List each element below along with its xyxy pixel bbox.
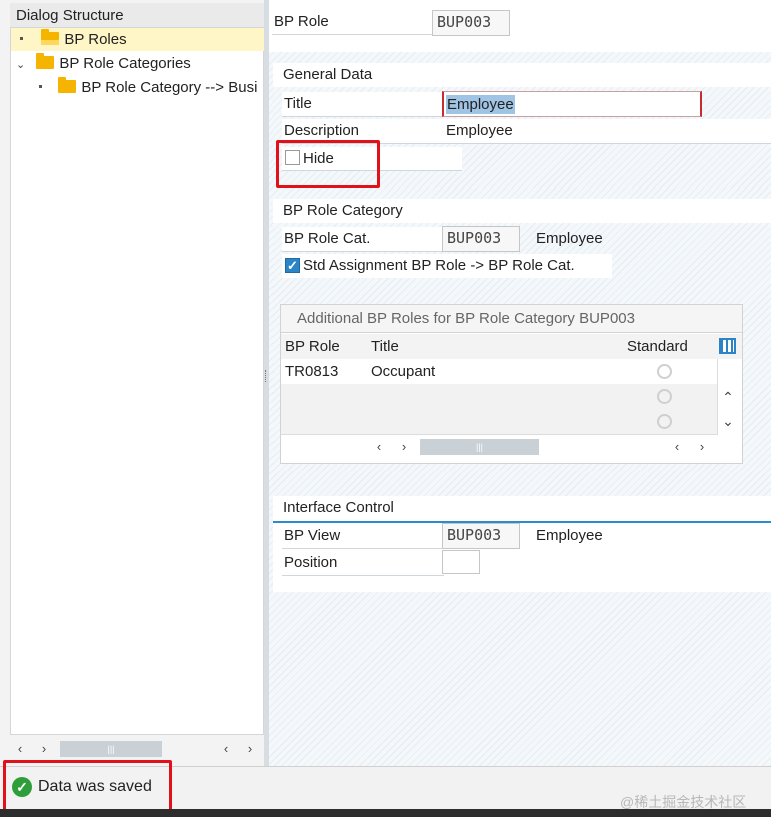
table-settings-icon: [719, 338, 736, 354]
tree-item-label: BP Role Category --> Busi: [81, 79, 258, 96]
table-cell-standard: [623, 384, 718, 410]
bp-role-label: BP Role: [272, 10, 434, 35]
bp-role-cat-label: BP Role Cat.: [282, 227, 444, 252]
bp-role-category-header: BP Role Category: [273, 199, 771, 226]
folder-icon: [36, 53, 55, 69]
description-value: Employee: [442, 119, 771, 144]
title-label: Title: [282, 92, 444, 117]
table-horizontal-scroll-thumb[interactable]: |||: [420, 439, 539, 455]
std-assignment-label: Std Assignment BP Role -> BP Role Cat.: [303, 257, 575, 274]
bottom-edge: [0, 809, 771, 817]
bp-role-cat-text: Employee: [536, 230, 603, 247]
tree-item-bp-roles[interactable]: BP Roles: [11, 28, 272, 51]
open-folder-icon: [41, 29, 60, 45]
scroll-down-icon[interactable]: ⌄: [721, 412, 735, 430]
dialog-structure-tree: [10, 3, 264, 735]
bp-view-text: Employee: [536, 527, 603, 544]
general-data-header: General Data: [273, 63, 771, 90]
interface-control-group: Interface Control BP View BUP003 Employe…: [273, 496, 771, 592]
bp-view-field[interactable]: BUP003: [442, 523, 520, 549]
bp-view-label: BP View: [282, 524, 444, 549]
scroll-right-icon[interactable]: ›: [695, 438, 709, 456]
tree-leaf-dot: [20, 37, 23, 40]
check-icon[interactable]: ✓: [285, 258, 300, 273]
horizontal-scroll-thumb[interactable]: |||: [60, 741, 162, 757]
title-input[interactable]: Employee: [442, 91, 702, 117]
scroll-right-icon[interactable]: ›: [243, 740, 257, 758]
splitter-grip-icon: [265, 370, 268, 382]
table-cell-standard: [623, 359, 718, 385]
tree-leaf-dot: [39, 85, 42, 88]
table-cell-title[interactable]: [367, 409, 628, 435]
status-highlight-box: [3, 760, 172, 816]
detail-area: BP Role BUP003 General Data Title Employ…: [269, 0, 771, 766]
column-header-title[interactable]: Title: [367, 334, 628, 360]
scroll-right-icon[interactable]: ›: [397, 438, 411, 456]
tree-item-label: BP Roles: [64, 31, 127, 48]
chevron-down-icon[interactable]: ⌄: [16, 54, 28, 77]
bp-role-header: BP Role BUP003: [269, 0, 771, 52]
folder-icon: [58, 77, 77, 93]
table-cell-standard: [623, 409, 718, 435]
title-input-value: Employee: [446, 95, 515, 114]
position-input[interactable]: [442, 550, 480, 574]
bp-role-field[interactable]: BUP003: [432, 10, 510, 36]
bp-role-cat-field[interactable]: BUP003: [442, 226, 520, 252]
dialog-structure-title: Dialog Structure: [10, 3, 264, 28]
standard-radio[interactable]: [657, 389, 672, 404]
table-cell-bp-role[interactable]: TR0813: [281, 359, 372, 385]
scroll-left-icon[interactable]: ‹: [670, 438, 684, 456]
bp-role-category-group: BP Role Category BP Role Cat. BUP003 Emp…: [273, 199, 771, 471]
table-cell-bp-role[interactable]: [281, 384, 372, 410]
scroll-left-icon[interactable]: ‹: [13, 740, 27, 758]
additional-roles-table: Additional BP Roles for BP Role Category…: [280, 304, 743, 464]
table-cell-title[interactable]: [367, 384, 628, 410]
scroll-left-icon[interactable]: ‹: [219, 740, 233, 758]
table-cell-title[interactable]: Occupant: [367, 359, 628, 385]
dialog-structure-panel: Dialog Structure BP Roles ⌄ BP Role Cate…: [0, 0, 272, 766]
scroll-up-icon[interactable]: ⌃: [721, 388, 735, 406]
table-settings-button[interactable]: [713, 334, 742, 359]
scroll-left-icon[interactable]: ‹: [372, 438, 386, 456]
scroll-right-icon[interactable]: ›: [37, 740, 51, 758]
std-assignment-checkbox-row[interactable]: ✓ Std Assignment BP Role -> BP Role Cat.: [282, 254, 612, 278]
table-title: Additional BP Roles for BP Role Category…: [281, 305, 742, 333]
position-label: Position: [282, 551, 444, 576]
tree-item-bp-role-category-busi[interactable]: BP Role Category --> Busi: [11, 76, 291, 99]
table-cell-bp-role[interactable]: [281, 409, 372, 435]
interface-control-header: Interface Control: [273, 496, 771, 523]
column-header-bp-role[interactable]: BP Role: [281, 334, 372, 360]
hide-highlight-box: [276, 140, 380, 188]
column-header-standard[interactable]: Standard: [623, 334, 718, 360]
tree-item-label: BP Role Categories: [59, 55, 191, 72]
tree-item-bp-role-categories[interactable]: ⌄ BP Role Categories: [11, 52, 268, 75]
standard-radio[interactable]: [657, 414, 672, 429]
standard-radio[interactable]: [657, 364, 672, 379]
